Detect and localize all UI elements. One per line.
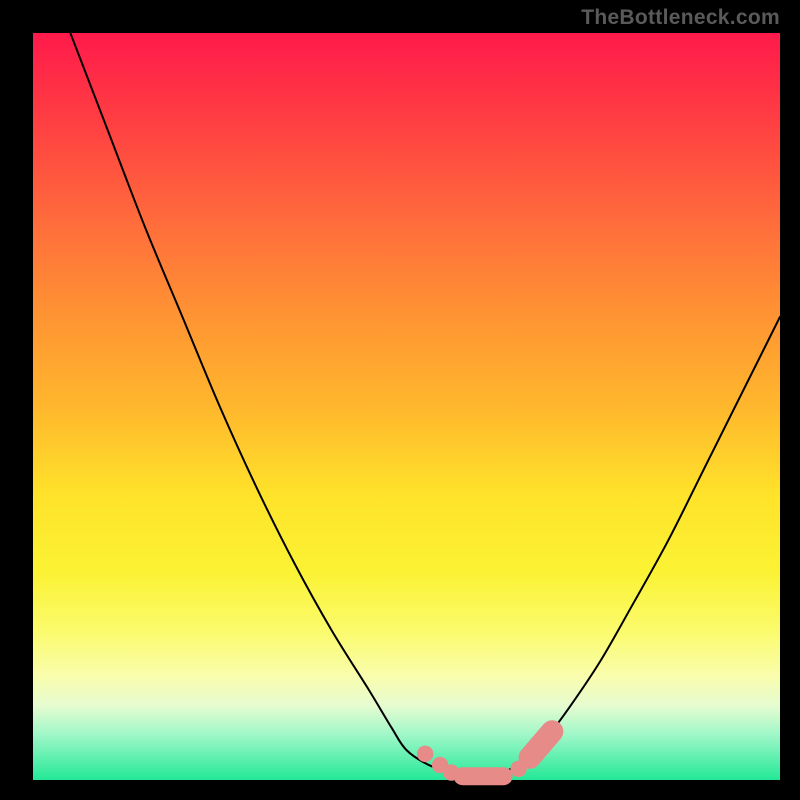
curve-right-branch bbox=[481, 317, 780, 776]
frame: TheBottleneck.com bbox=[0, 0, 800, 800]
marker-pill bbox=[530, 731, 552, 757]
marker-dot bbox=[417, 746, 433, 762]
chart-svg bbox=[0, 0, 800, 800]
curve-left-branch bbox=[70, 33, 481, 777]
